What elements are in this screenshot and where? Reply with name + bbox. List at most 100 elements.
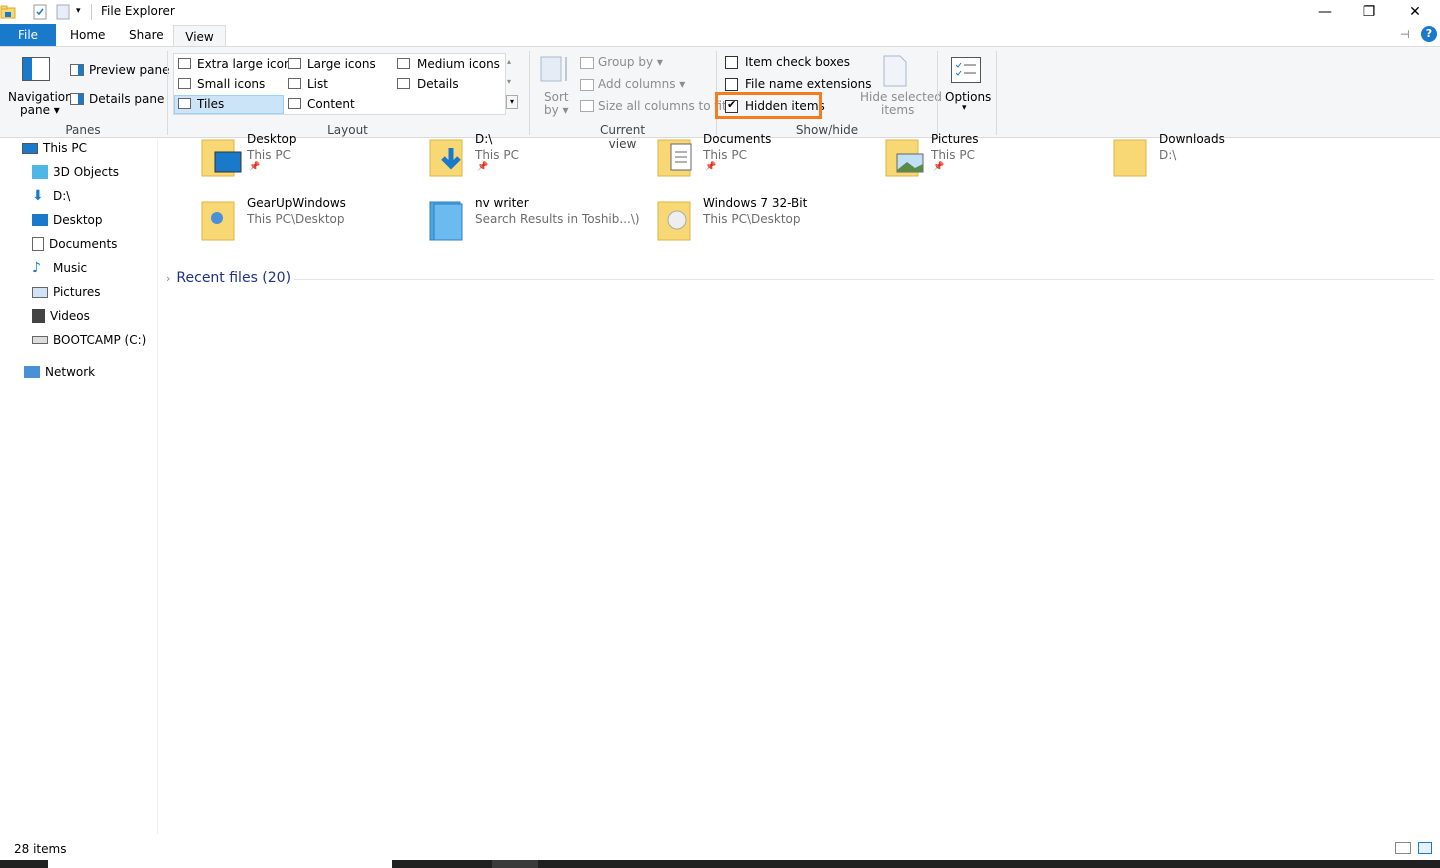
nav-item-network[interactable]: Network [24,361,95,383]
layout-content[interactable]: Content [307,97,355,111]
preview-pane-button[interactable]: Preview pane [89,63,169,77]
folder-disc-icon [657,196,697,241]
layout-list[interactable]: List [307,77,328,91]
layout-tiles[interactable]: Tiles [197,97,224,111]
navigation-pane: This PC 3D Objects ⬇ D:\ Desktop Documen… [0,139,158,834]
customize-quick-access-icon[interactable]: ▾ [76,6,86,22]
tile-name: nv writer [475,196,529,210]
size-columns-icon [580,100,594,112]
sort-by-icon[interactable] [540,55,570,85]
tab-file[interactable]: File [0,24,56,46]
folder-icon[interactable] [0,4,16,20]
size-all-columns-button[interactable]: Size all columns to fit [598,99,727,113]
nav-item-documents[interactable]: Documents [32,233,117,255]
items-count: 28 items [14,842,67,856]
file-name-extensions-checkbox[interactable] [725,78,738,91]
nav-item-3d-objects[interactable]: 3D Objects [32,161,119,183]
tile-d-drive[interactable]: D:\ This PC 📌 [429,132,649,188]
nav-item-music[interactable]: ♪ Music [32,257,87,279]
preview-pane-icon [70,64,84,76]
navigation-pane-icon[interactable] [22,57,50,81]
item-check-boxes-checkbox[interactable] [725,56,738,69]
nav-item-videos[interactable]: Videos [32,305,90,327]
pin-icon: 📌 [705,162,717,172]
tile-windows-7[interactable]: Windows 7 32-Bit This PC\Desktop [657,196,877,252]
close-button[interactable]: ✕ [1392,0,1438,24]
tile-downloads[interactable]: Downloads D:\ [1113,132,1333,188]
nav-label: Music [53,261,88,275]
gallery-down-icon[interactable]: ▾ [507,77,511,86]
large-icons-view-icon[interactable] [1418,842,1432,854]
recent-files-divider [294,279,1434,280]
navigation-pane-label1[interactable]: Navigation [8,90,73,104]
computer-icon [22,142,38,154]
list-icon [288,78,301,89]
tile-name: Windows 7 32-Bit [703,196,808,210]
layout-details[interactable]: Details [417,77,459,91]
navigation-pane-label2[interactable]: pane ▾ [20,103,60,117]
tile-documents[interactable]: Documents This PC 📌 [657,132,877,188]
help-icon[interactable]: ? [1421,26,1437,42]
nav-label: D:\ [53,189,71,203]
nav-item-d-drive[interactable]: ⬇ D:\ [32,185,70,207]
nav-item-desktop[interactable]: Desktop [32,209,103,231]
maximize-button[interactable]: ❐ [1346,0,1392,24]
taskbar-search-box[interactable] [48,860,392,868]
details-pane-icon [70,93,84,105]
details-view-icon[interactable] [1395,842,1411,854]
tile-gearupwindows[interactable]: GearUpWindows This PC\Desktop [201,196,421,252]
file-name-extensions-label[interactable]: File name extensions [745,77,872,91]
gallery-expand-icon[interactable]: ▾ [506,95,518,109]
tile-location: This PC [247,148,291,162]
tab-home[interactable]: Home [58,24,117,46]
hide-selected-label1[interactable]: Hide selected [860,90,942,104]
title-separator [91,4,92,20]
taskbar-active-app[interactable] [492,860,538,868]
layout-medium-icons[interactable]: Medium icons [417,57,500,71]
drive-icon [32,336,48,344]
sort-label2[interactable]: by ▾ [544,103,569,117]
ribbon-separator [996,51,997,135]
tile-location: This PC [475,148,519,162]
folder-desktop-icon [201,132,242,177]
hide-selected-label2[interactable]: items [881,103,914,117]
nav-item-this-pc[interactable]: This PC [22,137,87,159]
nav-item-pictures[interactable]: Pictures [32,281,101,303]
nav-label: This PC [43,141,87,155]
options-arrow[interactable]: ▾ [962,103,967,113]
gallery-up-icon[interactable]: ▴ [507,57,511,66]
add-columns-button[interactable]: Add columns ▾ [598,77,685,91]
tile-pictures[interactable]: Pictures This PC 📌 [885,132,1105,188]
ribbon-tabs: File Home Share View ⊣ ? [0,24,1440,47]
properties-icon[interactable] [32,4,48,20]
minimize-button[interactable]: — [1302,0,1348,24]
window-title: File Explorer [101,4,175,18]
layout-extra-large-icons[interactable]: Extra large icons [197,57,298,71]
tile-name: Desktop [247,132,297,146]
recent-files-header[interactable]: › Recent files (20) [166,270,291,286]
pin-ribbon-icon[interactable]: ⊣ [1400,28,1410,41]
picture-icon [32,286,48,298]
pin-icon: 📌 [477,162,489,172]
item-check-boxes-label[interactable]: Item check boxes [745,55,850,69]
group-by-button[interactable]: Group by ▾ [598,55,663,69]
layout-large-icons[interactable]: Large icons [307,57,376,71]
options-button[interactable]: Options [945,90,991,104]
tile-name: D:\ [475,132,493,146]
options-icon[interactable] [951,57,981,83]
tile-nv-writer[interactable]: nv writer Search Results in Toshib...\) [429,196,649,252]
tab-share[interactable]: Share [117,24,176,46]
network-icon [24,366,40,378]
folder-icon [1113,132,1153,177]
group-label-panes: Panes [65,123,101,137]
new-folder-icon[interactable] [55,4,71,20]
details-pane-button[interactable]: Details pane [89,92,164,106]
layout-small-icons[interactable]: Small icons [197,77,265,91]
tab-view[interactable]: View [173,25,226,47]
tile-desktop[interactable]: Desktop This PC 📌 [201,132,421,188]
nav-item-bootcamp[interactable]: BOOTCAMP (C:) [32,329,146,351]
sort-label1[interactable]: Sort [544,90,569,104]
hide-selected-icon[interactable] [882,55,908,87]
ribbon-separator [937,51,938,135]
tile-name: GearUpWindows [247,196,346,210]
